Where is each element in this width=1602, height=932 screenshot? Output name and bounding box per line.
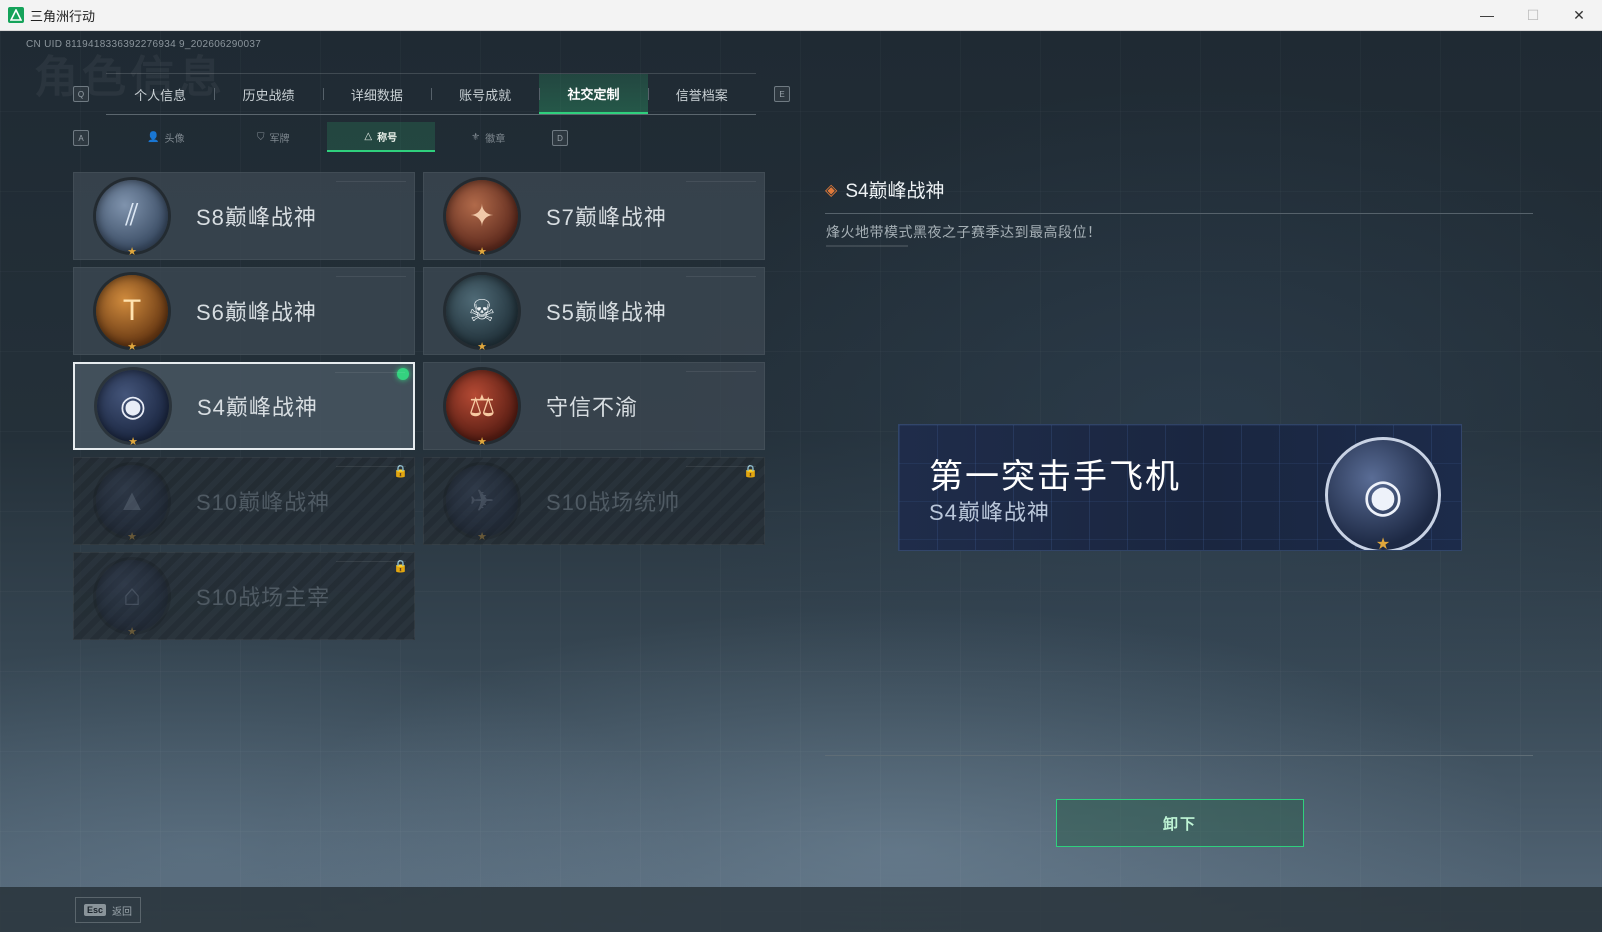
title-card[interactable]: ✦ ★ S7巅峰战神 <box>423 172 765 260</box>
lock-icon: 🔒 <box>393 464 408 478</box>
title-card-label: S7巅峰战神 <box>546 205 667 230</box>
scales-emblem-icon: ⚖ ★ <box>446 370 518 448</box>
tab-reputation[interactable]: 信誉档案 <box>647 74 756 114</box>
back-label: 返回 <box>112 906 133 918</box>
aircraft-emblem-icon: ✈ ★ <box>446 465 518 543</box>
divider <box>825 213 1533 214</box>
back-button[interactable]: Esc 返回 <box>75 897 141 923</box>
title-card-label: S10战场主宰 <box>196 585 331 610</box>
description-underline <box>826 245 908 247</box>
subtab-dogtag[interactable]: ⛉ 军牌 <box>220 122 328 152</box>
key-hint-a[interactable]: A <box>73 130 89 146</box>
tab-achievements[interactable]: 账号成就 <box>430 74 539 114</box>
title-card-label: S10战场统帅 <box>546 490 681 515</box>
sub-tab-bar: 👤 头像 ⛉ 军牌 △ 称号 ⚜ 徽章 <box>112 122 542 152</box>
minimize-button[interactable]: — <box>1464 0 1510 30</box>
unequip-button[interactable]: 卸下 <box>1056 799 1304 847</box>
title-card-label: S10巅峰战神 <box>196 490 331 515</box>
star-icon: ★ <box>477 436 487 448</box>
title-card-label: S8巅峰战神 <box>196 205 317 230</box>
star-icon: ★ <box>1375 536 1391 551</box>
main-tab-bar: 个人信息 历史战绩 详细数据 账号成就 社交定制 信誉档案 <box>106 73 756 115</box>
star-icon: ★ <box>477 341 487 353</box>
tab-match-history[interactable]: 历史战绩 <box>214 74 322 114</box>
esc-key-icon: Esc <box>84 904 107 916</box>
game-screen: 角色信息 CN UID 8119418336392276934 9_202606… <box>0 31 1602 932</box>
title-card-label: S4巅峰战神 <box>197 395 318 420</box>
maximize-button[interactable]: ☐ <box>1510 0 1556 30</box>
preview-title: S4巅峰战神 <box>929 500 1050 525</box>
building-emblem-icon: ▲ ★ <box>96 465 168 543</box>
preview-nickname: 第一突击手飞机 <box>929 458 1181 496</box>
subtab-avatar[interactable]: 👤 头像 <box>112 122 220 152</box>
title-card-label: 守信不渝 <box>546 395 639 420</box>
night-vision-helmet-emblem-icon: ◉ ★ <box>97 370 169 448</box>
star-icon: ★ <box>127 626 137 638</box>
window-titlebar: 三角洲行动 — ☐ ✕ <box>0 0 1602 31</box>
tag-icon: ⛉ <box>257 131 265 143</box>
lock-icon: 🔒 <box>393 559 408 573</box>
uid-label: CN UID 8119418336392276934 9_20260629003… <box>26 39 262 50</box>
title-card[interactable]: ▲ ★ S10巅峰战神 🔒 <box>73 457 415 545</box>
subtab-badge-label: 徽章 <box>485 133 506 145</box>
title-preview-banner: 第一突击手飞机 S4巅峰战神 ◉ ★ <box>898 424 1462 551</box>
tab-detailed-stats[interactable]: 详细数据 <box>322 74 431 114</box>
lock-icon: 🔒 <box>743 464 758 478</box>
title-card[interactable]: ⚖ ★ 守信不渝 <box>423 362 765 450</box>
tab-social-customization[interactable]: 社交定制 <box>539 74 648 114</box>
colosseum-emblem-icon: ⌂ ★ <box>96 560 168 638</box>
subtab-avatar-label: 头像 <box>164 133 185 145</box>
subtab-dogtag-label: 军牌 <box>269 133 290 145</box>
close-button[interactable]: ✕ <box>1556 0 1602 30</box>
detail-title: ◈ S4巅峰战神 <box>825 176 945 203</box>
tab-personal-info[interactable]: 个人信息 <box>106 74 214 114</box>
title-card-label: S5巅峰战神 <box>546 300 667 325</box>
triangle-icon: △ <box>364 130 373 142</box>
star-icon: ★ <box>128 436 138 448</box>
divider <box>825 755 1533 756</box>
detail-title-text: S4巅峰战神 <box>845 181 945 202</box>
title-card[interactable]: ⫽ ★ S8巅峰战神 <box>73 172 415 260</box>
title-card[interactable]: T ★ S6巅峰战神 <box>73 267 415 355</box>
slash-emblem-icon: ⫽ ★ <box>96 180 168 258</box>
rifle-emblem-icon: ✦ ★ <box>446 180 518 258</box>
star-icon: ★ <box>127 531 137 543</box>
key-hint-d[interactable]: D <box>552 130 568 146</box>
key-hint-e[interactable]: E <box>774 86 790 102</box>
skull-goggles-emblem-icon: ☠ ★ <box>446 275 518 353</box>
window-title: 三角洲行动 <box>30 8 96 24</box>
title-card[interactable]: ◉ ★ S4巅峰战神 <box>73 362 415 450</box>
equipped-indicator <box>397 368 409 380</box>
person-icon: 👤 <box>147 131 160 143</box>
title-card[interactable]: ⌂ ★ S10战场主宰 🔒 <box>73 552 415 640</box>
star-icon: ★ <box>477 531 487 543</box>
title-card-label: S6巅峰战神 <box>196 300 317 325</box>
title-card[interactable]: ✈ ★ S10战场统帅 🔒 <box>423 457 765 545</box>
star-icon: ★ <box>127 246 137 258</box>
title-card[interactable]: ☠ ★ S5巅峰战神 <box>423 267 765 355</box>
title-grid: ⫽ ★ S8巅峰战神 ✦ ★ S7巅峰战神 T ★ S6巅峰战神 ☠ ★ S5巅峰战神 ◉ ★ S4巅峰战神… <box>73 172 765 640</box>
subtab-title-label: 称号 <box>377 132 398 144</box>
night-vision-helmet-emblem-icon: ◉ ★ <box>1325 437 1441 551</box>
detail-description: 烽火地带模式黑夜之子赛季达到最高段位！ <box>826 224 1102 240</box>
diamond-icon: ◈ <box>825 181 838 199</box>
subtab-title[interactable]: △ 称号 <box>327 122 435 152</box>
footer-bar: Esc 返回 <box>0 887 1602 932</box>
star-icon: ★ <box>127 341 137 353</box>
star-icon: ★ <box>477 246 487 258</box>
key-hint-q[interactable]: Q <box>73 86 89 102</box>
t-shield-emblem-icon: T ★ <box>96 275 168 353</box>
wings-icon: ⚜ <box>471 131 481 143</box>
subtab-badge[interactable]: ⚜ 徽章 <box>435 122 543 152</box>
app-logo-icon <box>8 7 24 23</box>
